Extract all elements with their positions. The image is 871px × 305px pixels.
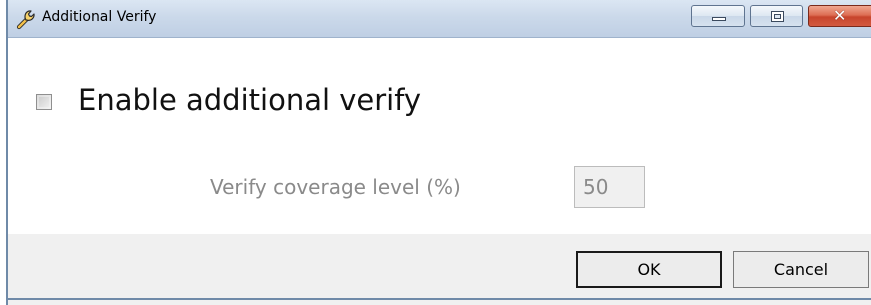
coverage-level-label: Verify coverage level (%) — [210, 175, 461, 199]
title-bar[interactable]: Additional Verify ✕ — [8, 0, 871, 38]
wrench-icon — [14, 8, 36, 30]
dialog-window: Additional Verify ✕ Enable additional ve… — [6, 0, 871, 305]
window-title: Additional Verify — [42, 9, 157, 25]
enable-additional-verify-checkbox[interactable] — [36, 94, 52, 110]
cancel-button[interactable]: Cancel — [733, 251, 869, 288]
minimize-button[interactable] — [691, 5, 745, 27]
close-icon: ✕ — [833, 6, 847, 25]
ok-button[interactable]: OK — [576, 251, 722, 288]
minimize-icon — [712, 17, 726, 21]
maximize-button[interactable] — [750, 5, 803, 27]
coverage-level-input[interactable] — [574, 166, 645, 208]
maximize-icon — [771, 11, 784, 22]
close-button[interactable]: ✕ — [808, 5, 871, 27]
enable-additional-verify-label[interactable]: Enable additional verify — [78, 80, 421, 120]
window-bottom-border — [8, 298, 871, 300]
